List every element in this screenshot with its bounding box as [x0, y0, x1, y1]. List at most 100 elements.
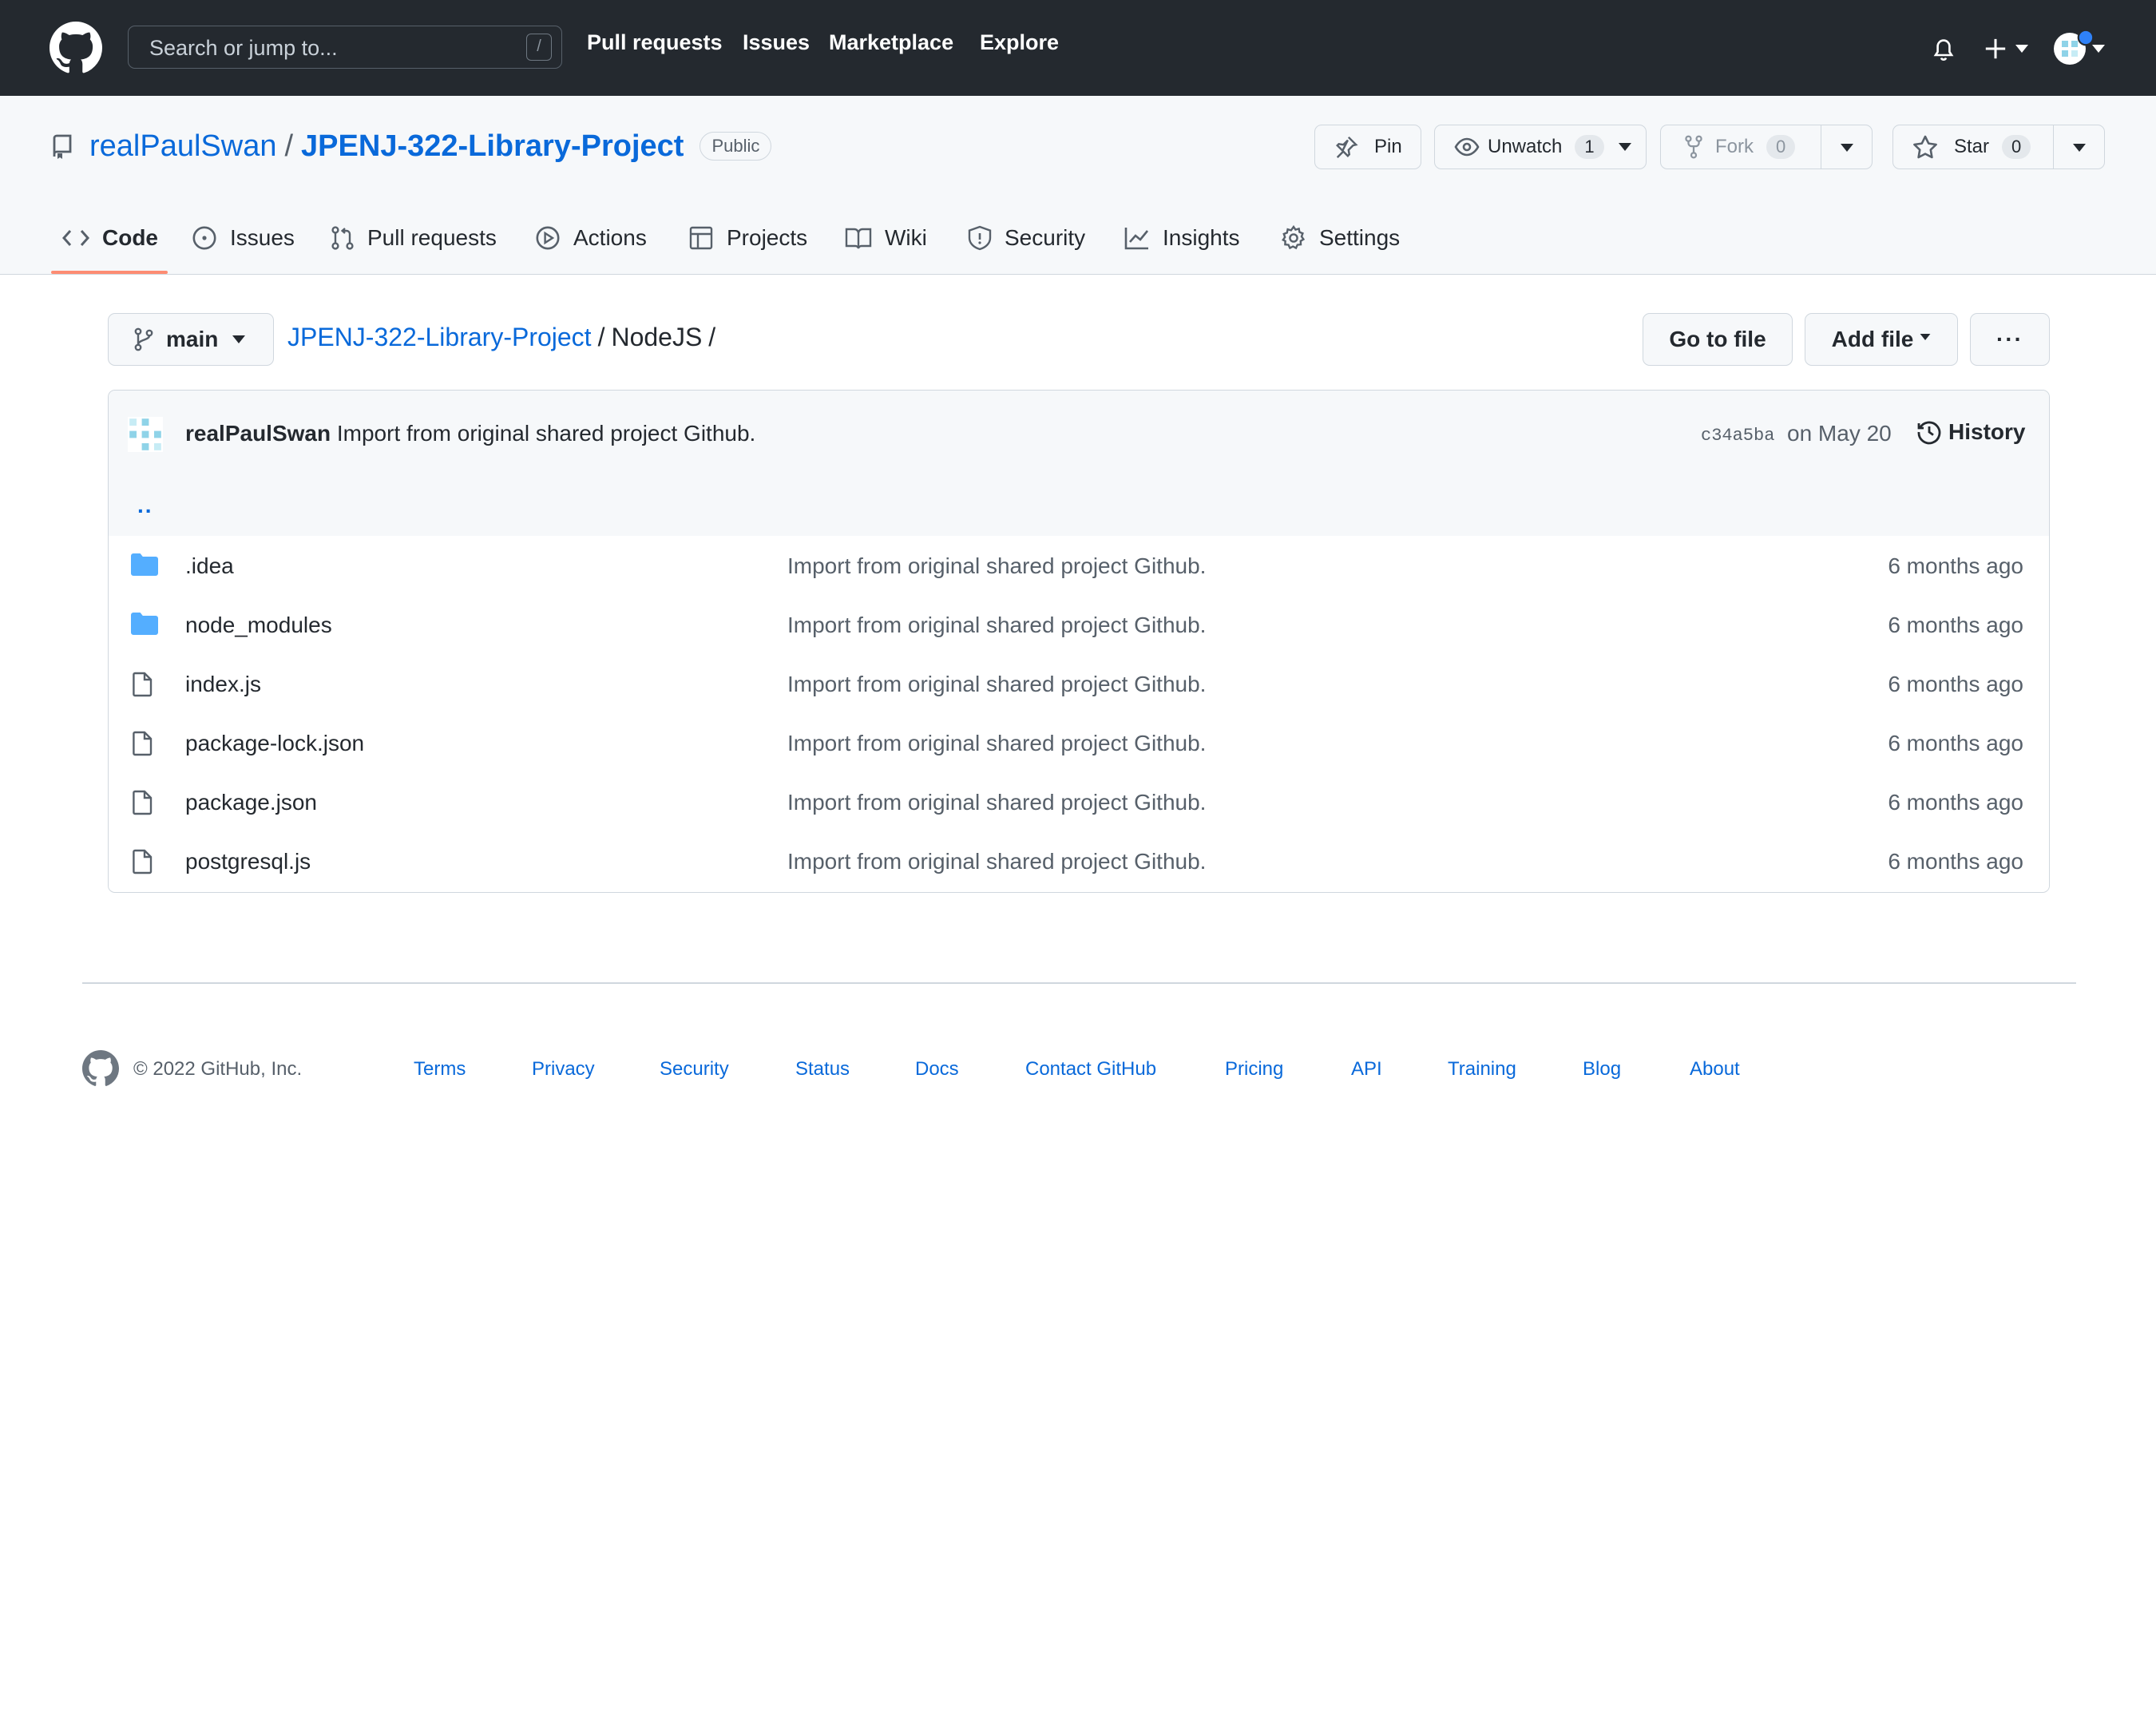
star-label: Star	[1954, 136, 1990, 157]
footer-link-blog[interactable]: Blog	[1583, 1058, 1621, 1081]
fork-icon	[1685, 135, 1702, 159]
git-branch-icon	[134, 327, 153, 351]
tab-settings[interactable]: Settings	[1281, 209, 1400, 267]
tab-wiki[interactable]: Wiki	[845, 209, 927, 267]
footer-link-privacy[interactable]: Privacy	[532, 1058, 595, 1081]
footer-link-security[interactable]: Security	[660, 1058, 729, 1081]
tab-projects[interactable]: Projects	[688, 209, 807, 267]
parent-directory-row[interactable]: ..	[109, 478, 2049, 537]
fork-label: Fork	[1715, 136, 1754, 157]
footer-link-docs[interactable]: Docs	[915, 1058, 959, 1081]
footer-link-terms[interactable]: Terms	[414, 1058, 466, 1081]
folder-icon	[131, 553, 158, 576]
bell-icon[interactable]	[1931, 35, 1956, 62]
table-icon	[689, 226, 713, 250]
footer-copyright: © 2022 GitHub, Inc.	[133, 1058, 303, 1080]
tab-code[interactable]: Code	[62, 209, 158, 267]
pin-button[interactable]: Pin	[1314, 125, 1421, 169]
tab-insights[interactable]: Insights	[1124, 209, 1240, 267]
chevron-down-icon[interactable]	[2015, 45, 2028, 53]
more-options-button[interactable]: ···	[1970, 313, 2050, 366]
file-commit-message-link[interactable]: Import from original shared project Gith…	[787, 613, 1206, 638]
file-name-link[interactable]: package.json	[185, 790, 317, 815]
fork-dropdown-icon[interactable]	[1841, 144, 1853, 152]
commit-author-link[interactable]: realPaulSwan	[185, 421, 331, 446]
add-file-label: Add file	[1831, 327, 1914, 351]
tab-issues[interactable]: Issues	[192, 209, 295, 267]
footer-divider	[82, 982, 2076, 984]
branch-select-button[interactable]: main	[108, 313, 274, 366]
footer-link-api[interactable]: API	[1351, 1058, 1382, 1081]
footer-link-pricing[interactable]: Pricing	[1225, 1058, 1283, 1081]
nav-marketplace[interactable]: Marketplace	[829, 32, 953, 54]
file-row[interactable]: index.js Import from original shared proj…	[109, 654, 2049, 714]
commit-sha-link[interactable]: c34a5ba	[1701, 426, 1774, 446]
parent-directory-link[interactable]: ..	[137, 493, 153, 518]
unwatch-button[interactable]: Unwatch 1	[1434, 125, 1647, 169]
nav-pull-requests[interactable]: Pull requests	[587, 32, 723, 54]
plus-icon[interactable]	[1984, 37, 2007, 61]
chevron-down-icon	[232, 335, 246, 343]
file-row[interactable]: .idea Import from original shared project…	[109, 536, 2049, 596]
chevron-down-icon[interactable]	[2092, 45, 2105, 53]
breadcrumb: JPENJ-322-Library-Project / NodeJS /	[287, 323, 722, 352]
go-to-file-button[interactable]: Go to file	[1643, 313, 1793, 366]
file-row[interactable]: package.json Import from original shared …	[109, 772, 2049, 832]
tab-issues-label: Issues	[230, 225, 295, 250]
repo-owner-link[interactable]: realPaulSwan	[89, 129, 276, 164]
nav-explore[interactable]: Explore	[980, 32, 1059, 54]
github-logo-icon[interactable]	[82, 1050, 119, 1087]
repo-name-link[interactable]: JPENJ-322-Library-Project	[301, 129, 684, 164]
add-file-button[interactable]: Add file	[1805, 313, 1958, 366]
fork-button[interactable]: Fork 0	[1660, 125, 1873, 169]
search-box[interactable]: /	[128, 26, 562, 69]
tab-security-label: Security	[1005, 225, 1086, 250]
file-name-link[interactable]: .idea	[185, 553, 234, 579]
file-commit-message-link[interactable]: Import from original shared project Gith…	[787, 731, 1206, 756]
eye-icon	[1454, 137, 1480, 157]
history-link[interactable]: History	[1916, 419, 2025, 445]
file-icon	[133, 790, 153, 815]
tab-actions[interactable]: Actions	[535, 209, 647, 267]
star-dropdown-icon[interactable]	[2073, 144, 2086, 152]
search-shortcut-key: /	[526, 34, 552, 61]
file-commit-message-link[interactable]: Import from original shared project Gith…	[787, 672, 1206, 697]
folder-icon	[131, 613, 158, 635]
latest-commit-bar: realPaulSwan Import from original shared…	[109, 391, 2049, 479]
tab-security[interactable]: Security	[968, 209, 1085, 267]
watch-count: 1	[1575, 135, 1604, 159]
commit-message-link[interactable]: Import from original shared project Gith…	[337, 421, 755, 446]
folder-icon	[131, 613, 158, 635]
file-row[interactable]: package-lock.json Import from original sh…	[109, 713, 2049, 773]
book-icon	[845, 228, 872, 249]
file-commit-message-link[interactable]: Import from original shared project Gith…	[787, 849, 1206, 874]
search-input[interactable]	[148, 26, 486, 69]
branch-name: main	[166, 327, 219, 351]
pin-icon	[1336, 136, 1358, 158]
chevron-down-icon	[1618, 143, 1631, 151]
issue-icon	[192, 226, 216, 250]
file-commit-message-link[interactable]: Import from original shared project Gith…	[787, 790, 1206, 815]
nav-issues[interactable]: Issues	[743, 32, 810, 54]
author-avatar[interactable]	[128, 417, 163, 452]
file-age: 6 months ago	[1888, 849, 2023, 874]
footer-link-status[interactable]: Status	[795, 1058, 850, 1081]
footer-link-contact-github[interactable]: Contact GitHub	[1025, 1058, 1156, 1081]
footer-link-training[interactable]: Training	[1448, 1058, 1516, 1081]
file-name-link[interactable]: package-lock.json	[185, 731, 364, 756]
star-button[interactable]: Star 0	[1892, 125, 2105, 169]
github-logo-icon[interactable]	[50, 22, 102, 74]
tab-actions-label: Actions	[573, 225, 647, 250]
file-name-link[interactable]: postgresql.js	[185, 849, 311, 874]
footer-link-about[interactable]: About	[1690, 1058, 1740, 1081]
file-commit-message-link[interactable]: Import from original shared project Gith…	[787, 553, 1206, 579]
file-icon	[133, 731, 153, 756]
file-row[interactable]: postgresql.js Import from original shared…	[109, 831, 2049, 890]
file-name-link[interactable]: node_modules	[185, 613, 332, 638]
file-name-link[interactable]: index.js	[185, 672, 261, 697]
file-row[interactable]: node_modules Import from original shared …	[109, 595, 2049, 655]
notification-dot-icon	[2077, 29, 2095, 46]
repo-title: realPaulSwan / JPENJ-322-Library-Project…	[89, 126, 772, 166]
tab-pull-requests[interactable]: Pull requests	[331, 209, 497, 267]
breadcrumb-repo-link[interactable]: JPENJ-322-Library-Project	[287, 323, 592, 352]
